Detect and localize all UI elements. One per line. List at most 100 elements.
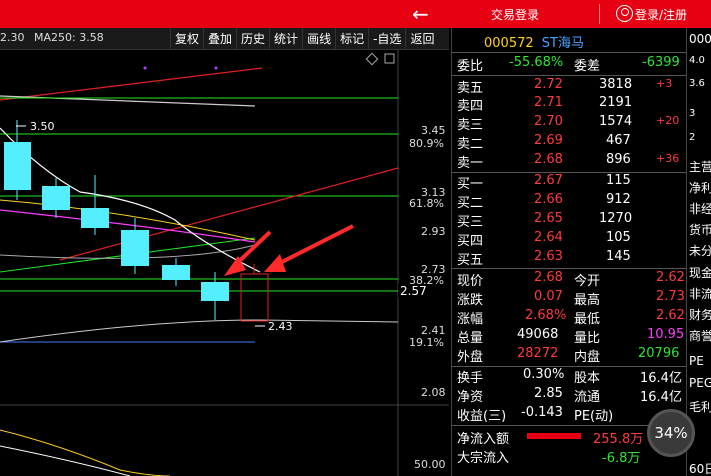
back-arrow-icon[interactable]: ← bbox=[412, 2, 429, 26]
trade-login-title[interactable]: 交易登录 bbox=[491, 6, 539, 23]
ask-label: 卖二 bbox=[457, 137, 484, 152]
stat-value: 28272 bbox=[517, 346, 559, 361]
ask-price: 2.70 bbox=[534, 114, 563, 129]
ask-row[interactable]: 卖二 2.69 467 bbox=[457, 133, 685, 153]
stat-value: 10.95 bbox=[647, 327, 685, 342]
kline-chart[interactable]: 3.45 80.9% 3.13 61.8% 2.93 2.73 38.2% 2.… bbox=[0, 50, 449, 476]
bid-label: 买一 bbox=[457, 177, 484, 192]
stat-label: PE(动) bbox=[574, 409, 614, 424]
side-item[interactable]: 货币 bbox=[689, 221, 711, 238]
stat-label: 流通 bbox=[574, 390, 601, 405]
bid-price: 2.66 bbox=[534, 192, 563, 207]
return-button[interactable]: 返回 bbox=[405, 28, 438, 50]
chart-toolbar: 2.30 MA250: 3.58 复权 叠加 历史 统计 画线 标记 -自选 返… bbox=[0, 28, 449, 50]
side-item[interactable]: 未分 bbox=[689, 242, 711, 259]
overlay-button[interactable]: 叠加 bbox=[203, 28, 236, 50]
side-item[interactable]: 60日 bbox=[689, 460, 711, 476]
remove-favorite-button[interactable]: -自选 bbox=[368, 28, 405, 50]
ma-label: 2.30 MA250: 3.58 bbox=[0, 31, 104, 44]
stat-label: 内盘 bbox=[574, 350, 601, 365]
ask-label: 卖四 bbox=[457, 99, 484, 114]
stat-label: 量比 bbox=[574, 331, 601, 346]
ask-price: 2.69 bbox=[534, 133, 563, 148]
stat-label: 涨幅 bbox=[457, 312, 484, 327]
ask-volume: 2191 bbox=[599, 95, 633, 110]
draw-line-button[interactable]: 画线 bbox=[302, 28, 335, 50]
stat-row: 总量 49068 量比 10.95 bbox=[457, 327, 685, 347]
side-num: 4.0 bbox=[689, 55, 705, 66]
side-item[interactable]: 净利 bbox=[689, 179, 711, 196]
bid-label: 买五 bbox=[457, 253, 484, 268]
stock-header: 000572 ST海马 bbox=[484, 32, 584, 51]
side-num: 2 bbox=[689, 132, 696, 143]
flow-label: 大宗流入 bbox=[457, 451, 510, 466]
bid-row[interactable]: 买一 2.67 115 bbox=[457, 173, 685, 193]
login-register-link[interactable]: 登录/注册 bbox=[635, 6, 687, 23]
ask-price: 2.72 bbox=[534, 77, 563, 92]
bid-label: 买三 bbox=[457, 215, 484, 230]
candle-body bbox=[42, 186, 70, 210]
ask-price: 2.71 bbox=[534, 95, 563, 110]
stock-name[interactable]: ST海马 bbox=[542, 36, 584, 51]
stat-label: 最低 bbox=[574, 312, 601, 327]
flow-value: 255.8万 bbox=[593, 432, 644, 447]
order-diff-label: 委差 bbox=[574, 59, 601, 74]
stat-row: 换手 0.30% 股本 16.4亿 bbox=[457, 367, 685, 387]
candle-body-current bbox=[240, 273, 269, 322]
ask-row[interactable]: 卖五 2.72 3818 +3 bbox=[457, 77, 685, 97]
bid-row[interactable]: 买三 2.65 1270 bbox=[457, 211, 685, 231]
divider bbox=[452, 75, 687, 76]
bid-price: 2.63 bbox=[534, 249, 563, 264]
trend-line-red-mid bbox=[59, 167, 399, 261]
side-item[interactable]: 现金 bbox=[689, 264, 711, 281]
y-label: 61.8% bbox=[409, 197, 444, 210]
bid-row[interactable]: 买五 2.63 145 bbox=[457, 249, 685, 269]
divider bbox=[452, 52, 687, 53]
progress-circle[interactable]: 34% bbox=[647, 409, 695, 457]
mark-button[interactable]: 标记 bbox=[335, 28, 368, 50]
side-item[interactable]: 毛利 bbox=[689, 398, 711, 415]
side-item[interactable]: 主营 bbox=[689, 158, 711, 175]
ask-row[interactable]: 卖三 2.70 1574 +20 bbox=[457, 114, 685, 134]
candle-body bbox=[81, 208, 109, 228]
statistics-button[interactable]: 统计 bbox=[269, 28, 302, 50]
ask-label: 卖五 bbox=[457, 81, 484, 96]
side-num: 3.6 bbox=[689, 78, 705, 89]
stat-value: 2.68 bbox=[534, 270, 563, 285]
current-price-label: 2.57 bbox=[400, 284, 427, 298]
history-button[interactable]: 历史 bbox=[236, 28, 269, 50]
side-item[interactable]: 商誉 bbox=[689, 327, 711, 344]
bid-row[interactable]: 买四 2.64 105 bbox=[457, 230, 685, 250]
toolbar-buttons: 复权 叠加 历史 统计 画线 标记 -自选 返回 bbox=[170, 28, 438, 50]
divider bbox=[452, 268, 687, 269]
bid-volume: 912 bbox=[606, 192, 631, 207]
side-item[interactable]: 非经 bbox=[689, 200, 711, 217]
side-item[interactable]: 财务 bbox=[689, 306, 711, 323]
stat-row: 涨幅 2.68% 最低 2.62 bbox=[457, 308, 685, 328]
side-item[interactable]: PE bbox=[689, 354, 704, 368]
ask-row[interactable]: 卖一 2.68 896 +36 bbox=[457, 152, 685, 172]
ask-row[interactable]: 卖四 2.71 2191 bbox=[457, 95, 685, 115]
candle-body bbox=[201, 282, 229, 301]
side-item[interactable]: PEG bbox=[689, 376, 711, 390]
ask-label: 卖一 bbox=[457, 156, 484, 171]
flow-row[interactable]: 大宗流入 -6.8万 bbox=[457, 447, 685, 467]
bid-volume: 105 bbox=[606, 230, 631, 245]
y-label: 2.08 bbox=[421, 386, 446, 399]
ask-change: +20 bbox=[656, 114, 680, 127]
fuquan-button[interactable]: 复权 bbox=[170, 28, 203, 50]
stat-label: 现价 bbox=[457, 274, 484, 289]
side-item[interactable]: 非流 bbox=[689, 285, 711, 302]
stat-value: 0.30% bbox=[523, 367, 565, 382]
y-label: 19.1% bbox=[409, 336, 444, 349]
indicator-line-yellow bbox=[0, 429, 171, 476]
user-icon[interactable] bbox=[616, 5, 633, 22]
stat-row: 现价 2.68 今开 2.62 bbox=[457, 270, 685, 290]
ask-volume: 3818 bbox=[599, 77, 633, 92]
order-ratio-label: 委比 bbox=[457, 59, 484, 74]
order-ratio-value: -55.68% bbox=[509, 55, 564, 70]
candle-body bbox=[162, 265, 190, 280]
stat-row: 外盘 28272 内盘 20796 bbox=[457, 346, 685, 366]
stat-label: 涨跌 bbox=[457, 293, 484, 308]
bid-row[interactable]: 买二 2.66 912 bbox=[457, 192, 685, 212]
